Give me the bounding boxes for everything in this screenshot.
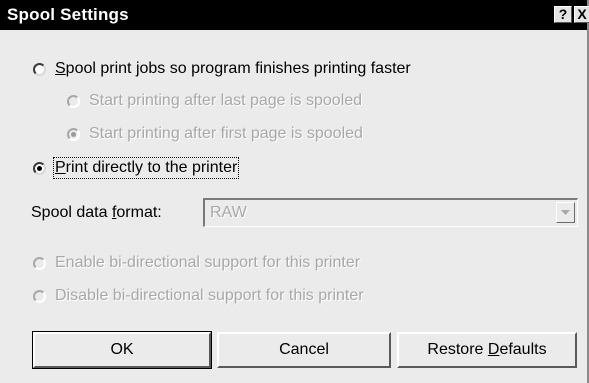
print-direct-radio[interactable] [33, 161, 46, 175]
spool-option[interactable]: Spool print jobs so program finishes pri… [33, 57, 411, 81]
dropdown-arrow-button [556, 202, 575, 223]
help-button[interactable]: ? [554, 6, 572, 23]
dialog-title: Spool Settings [7, 5, 129, 24]
spool-format-select: RAW [203, 198, 578, 227]
spool-format-label: Spool data format: [31, 204, 162, 221]
start-after-last-label: Start printing after last page is spoole… [89, 92, 363, 109]
chevron-down-icon [561, 210, 570, 215]
spool-option-label: Spool print jobs so program finishes pri… [55, 60, 411, 77]
restore-defaults-button[interactable]: Restore Defaults [397, 332, 577, 368]
start-after-last-radio [67, 94, 80, 108]
title-bar: Spool Settings ? X [0, 0, 589, 30]
disable-bidi-label: Disable bi-directional support for this … [55, 287, 364, 304]
disable-bidi-radio [33, 289, 46, 303]
cancel-button[interactable]: Cancel [217, 332, 391, 368]
close-button[interactable]: X [574, 6, 589, 23]
start-after-first-option: Start printing after first page is spool… [67, 122, 363, 146]
enable-bidi-radio [33, 256, 46, 270]
start-after-last-option: Start printing after last page is spoole… [67, 89, 362, 113]
spool-settings-dialog: Spool Settings ? X Spool print jobs so p… [0, 0, 589, 383]
print-direct-label: Print directly to the printer [52, 157, 240, 179]
spool-radio[interactable] [33, 62, 46, 76]
spool-format-value: RAW [210, 204, 247, 221]
enable-bidi-option: Enable bi-directional support for this p… [33, 251, 360, 275]
disable-bidi-option: Disable bi-directional support for this … [33, 284, 364, 308]
enable-bidi-label: Enable bi-directional support for this p… [55, 254, 361, 271]
ok-button[interactable]: OK [32, 331, 212, 369]
start-after-first-label: Start printing after first page is spool… [89, 125, 363, 142]
print-direct-option[interactable]: Print directly to the printer [33, 156, 240, 180]
start-after-first-radio [67, 127, 80, 141]
